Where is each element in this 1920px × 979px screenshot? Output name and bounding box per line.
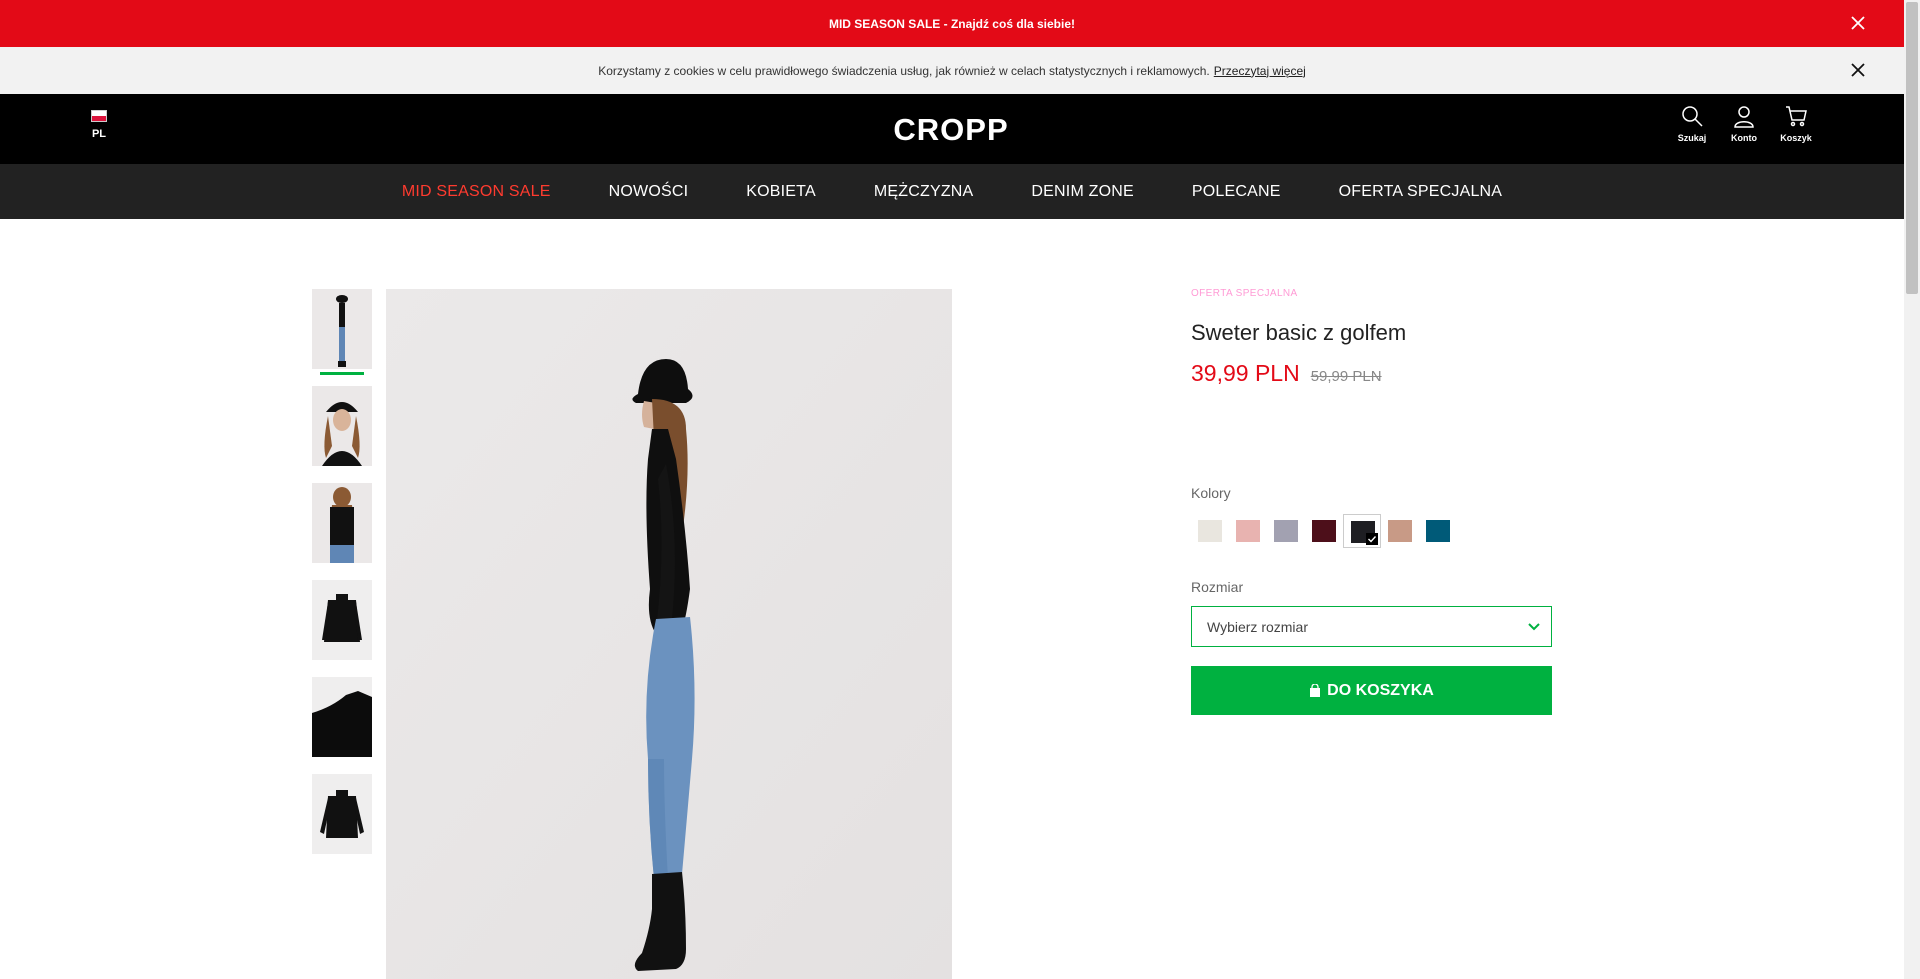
close-icon[interactable] [1848, 60, 1868, 80]
nav-item-mezczyzna[interactable]: MĘŻCZYZNA [845, 183, 1003, 201]
color-swatch-burgundy[interactable] [1305, 514, 1343, 548]
language-label: PL [91, 128, 107, 140]
header-icons: Szukaj Konto Koszyk [1674, 104, 1814, 143]
cookie-text: Korzystamy z cookies w celu prawidłowego… [598, 63, 1210, 78]
user-icon [1734, 106, 1754, 128]
header: PL CROPP Szukaj Konto Koszyk [0, 94, 1904, 164]
cart-icon [1786, 106, 1807, 127]
current-price: 39,99 PLN [1191, 360, 1300, 386]
product-title: Sweter basic z golfem [1191, 320, 1407, 345]
old-price: 59,99 PLN [1310, 368, 1382, 385]
nav-item-mid-season-sale[interactable]: MID SEASON SALE [373, 183, 580, 201]
color-swatch-black[interactable] [1343, 514, 1381, 548]
thumbnail-5[interactable] [312, 677, 372, 757]
cookie-banner: Korzystamy z cookies w celu prawidłowego… [0, 47, 1904, 94]
nav-item-denim-zone[interactable]: DENIM ZONE [1002, 183, 1162, 201]
cropp-logo[interactable]: CROPP [886, 111, 1016, 147]
special-offer-badge: OFERTA SPECJALNA [1191, 288, 1298, 299]
color-swatch-beige[interactable] [1381, 514, 1419, 548]
color-swatch-grey[interactable] [1267, 514, 1305, 548]
add-to-cart-button[interactable]: DO KOSZYKA [1191, 666, 1552, 715]
account-button[interactable]: Konto [1726, 104, 1762, 143]
nav-item-kobieta[interactable]: KOBIETA [717, 183, 845, 201]
check-icon [1366, 533, 1378, 545]
search-icon [1682, 106, 1703, 127]
product-info: OFERTA SPECJALNA Sweter basic z golfem 3… [1191, 288, 1552, 715]
size-select-placeholder: Wybierz rozmiar [1207, 618, 1308, 635]
thumbnail-list [312, 289, 372, 871]
active-thumbnail-indicator [320, 372, 364, 375]
sale-banner-text[interactable]: MID SEASON SALE - Znajdź coś dla siebie! [829, 17, 1075, 31]
color-swatch-pink[interactable] [1229, 514, 1267, 548]
main-nav: MID SEASON SALE NOWOŚCI KOBIETA MĘŻCZYZN… [0, 164, 1904, 219]
nav-item-oferta-specjalna[interactable]: OFERTA SPECJALNA [1310, 183, 1532, 201]
search-button[interactable]: Szukaj [1674, 104, 1710, 143]
shopping-bag-icon [1310, 683, 1321, 697]
thumbnail-1[interactable] [312, 289, 372, 369]
chevron-down-icon [1528, 623, 1540, 631]
close-icon[interactable] [1848, 13, 1868, 33]
account-label: Konto [1731, 133, 1757, 143]
cart-button[interactable]: Koszyk [1778, 104, 1814, 143]
logo-text: CROPP [893, 112, 1008, 147]
color-swatches [1191, 514, 1457, 548]
cart-label: Koszyk [1780, 133, 1812, 143]
thumbnail-4[interactable] [312, 580, 372, 660]
add-to-cart-label: DO KOSZYKA [1327, 681, 1434, 699]
size-select[interactable]: Wybierz rozmiar [1191, 606, 1552, 647]
language-selector[interactable]: PL [88, 110, 110, 140]
color-swatch-cream[interactable] [1191, 514, 1229, 548]
price-block: 39,99 PLN 59,99 PLN [1191, 360, 1552, 387]
color-swatch-teal[interactable] [1419, 514, 1457, 548]
thumbnail-3[interactable] [312, 483, 372, 563]
thumbnail-6[interactable] [312, 774, 372, 854]
thumbnail-2[interactable] [312, 386, 372, 466]
cookie-read-more-link[interactable]: Przeczytaj więcej [1214, 64, 1306, 78]
nav-item-nowosci[interactable]: NOWOŚCI [580, 183, 718, 201]
main-product-image[interactable] [386, 289, 952, 979]
poland-flag-icon [91, 110, 107, 122]
scrollbar-thumb[interactable] [1906, 2, 1918, 294]
colors-label: Kolory [1191, 485, 1231, 501]
size-label: Rozmiar [1191, 579, 1244, 595]
nav-item-polecane[interactable]: POLECANE [1163, 183, 1310, 201]
search-label: Szukaj [1677, 133, 1707, 143]
page: MID SEASON SALE - Znajdź coś dla siebie!… [0, 0, 1920, 979]
scrollbar[interactable] [1904, 0, 1920, 979]
sale-banner[interactable]: MID SEASON SALE - Znajdź coś dla siebie! [0, 0, 1904, 47]
